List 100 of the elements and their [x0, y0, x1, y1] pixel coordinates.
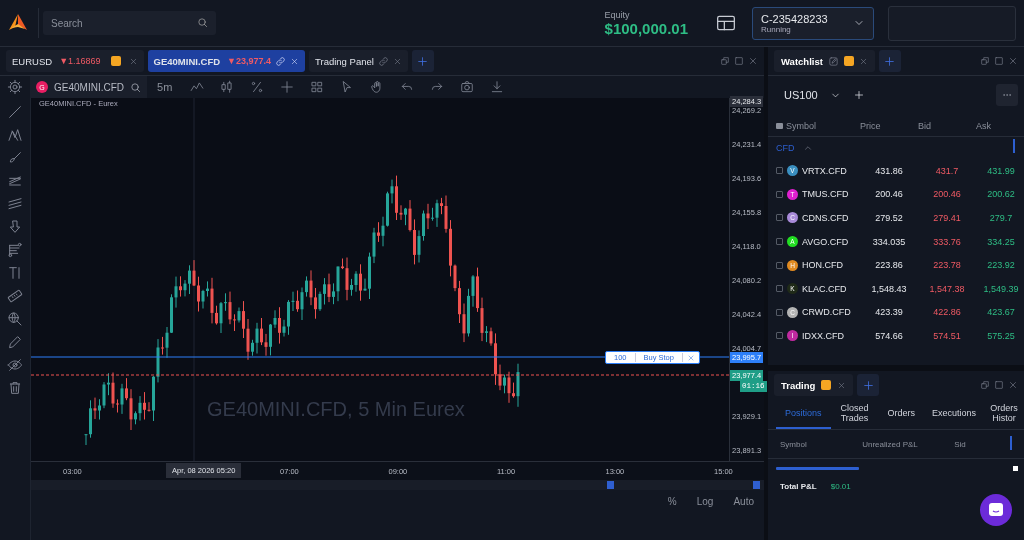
close-icon[interactable] [128, 56, 138, 66]
checkbox[interactable] [776, 167, 783, 175]
arrow-down-icon[interactable] [7, 219, 23, 235]
maximize-icon[interactable] [994, 56, 1004, 66]
interval-button[interactable]: 5m [157, 81, 173, 93]
crosshair-icon[interactable] [280, 80, 295, 94]
total-pnl-value: $0.01 [830, 482, 851, 491]
logo-icon[interactable] [8, 13, 28, 33]
trash-icon[interactable] [7, 380, 23, 396]
close-icon[interactable] [290, 56, 300, 66]
price-cell-text: 574.66 [874, 330, 904, 341]
link-icon[interactable] [377, 55, 389, 67]
checkbox[interactable] [776, 190, 783, 198]
close-icon[interactable] [686, 353, 695, 362]
chart-tab[interactable]: Trading Panel [309, 50, 408, 72]
column-header: Unrealized P&L [862, 439, 918, 449]
link-icon[interactable] [275, 55, 287, 67]
download-icon[interactable] [490, 80, 505, 94]
chart-tab[interactable]: EURUSD ▼1.16869 [6, 50, 144, 72]
checkbox[interactable] [776, 261, 783, 269]
camera-icon[interactable] [460, 80, 475, 94]
add-tab-button[interactable] [411, 50, 434, 72]
parallel-lines-icon[interactable] [7, 196, 23, 212]
compare-icon[interactable] [250, 80, 265, 94]
bid-cell-text: 431.7 [934, 165, 960, 176]
checkbox[interactable] [776, 308, 783, 316]
column-header: Symbol [780, 439, 807, 449]
indicator-icon[interactable] [190, 80, 205, 94]
scroll-handle[interactable] [753, 481, 760, 489]
search-icon[interactable] [130, 81, 141, 93]
line-tool-icon[interactable] [7, 104, 23, 120]
add-tab-button[interactable] [878, 50, 901, 72]
more-button[interactable] [996, 84, 1018, 106]
settings-icon[interactable] [7, 79, 23, 95]
maximize-icon[interactable] [734, 56, 744, 66]
chat-button[interactable] [980, 494, 1012, 526]
symbol-name: HON.CFD [802, 260, 843, 271]
checkbox[interactable] [776, 238, 783, 246]
channel-icon[interactable] [7, 173, 23, 189]
bid-cell-text: 574.51 [932, 330, 962, 341]
close-icon[interactable] [837, 380, 847, 390]
trading-subtab[interactable]: Closed Trades [830, 399, 879, 429]
time-scrollbar[interactable] [31, 480, 764, 490]
column-header: Symbol [786, 121, 816, 131]
close-icon[interactable] [1008, 380, 1018, 390]
trading-subtab[interactable]: Positions [776, 399, 831, 429]
search-icon[interactable] [197, 17, 208, 28]
trading-subtab[interactable]: Orders Histor [984, 399, 1024, 429]
plus-icon[interactable] [883, 54, 897, 68]
bid-cell-text: 279.41 [932, 213, 962, 223]
candles-icon[interactable] [220, 80, 235, 94]
checkbox[interactable] [776, 214, 783, 222]
brush-icon[interactable] [7, 150, 23, 166]
restore-icon[interactable] [980, 56, 990, 66]
watchlist-tab[interactable]: Watchlist [774, 50, 875, 72]
close-icon[interactable] [748, 56, 758, 66]
ask-cell-text: 431.99 [986, 165, 1016, 176]
ohlc-icon[interactable] [310, 80, 325, 94]
scroll-handle[interactable] [607, 481, 614, 489]
ask-cell-text: 423.67 [986, 307, 1016, 318]
symbol-name: AVGO.CFD [802, 236, 849, 247]
layout-icon[interactable] [714, 13, 738, 33]
column-header: Bid [918, 121, 932, 131]
scale-button[interactable]: % [667, 496, 677, 507]
scale-button[interactable]: Log [696, 496, 714, 507]
close-icon[interactable] [392, 56, 402, 66]
restore-icon[interactable] [720, 56, 730, 66]
pencil-icon[interactable] [7, 334, 23, 350]
close-icon[interactable] [858, 56, 868, 66]
chart-tab[interactable]: GE40MINI.CFD ▼23,977.4 [147, 50, 306, 72]
close-icon[interactable] [1008, 56, 1018, 66]
bid-cell-text: 333.76 [932, 236, 962, 247]
checkbox[interactable] [776, 285, 783, 293]
ruler-icon[interactable] [7, 288, 23, 304]
maximize-icon[interactable] [994, 380, 1004, 390]
price-cell-text: 334.035 [871, 236, 907, 247]
pitchfork-icon[interactable] [7, 127, 23, 143]
ask-cell-text: 279.7 [988, 213, 1014, 223]
plus-icon[interactable] [416, 54, 430, 68]
symbol-name: VRTX.CFD [802, 165, 847, 176]
search-field[interactable]: Search [43, 11, 216, 35]
watchlist-name[interactable]: US100 [784, 89, 818, 101]
symbol-name: TMUS.CFD [802, 189, 849, 200]
trading-tab[interactable]: Trading [774, 374, 854, 396]
checkbox[interactable] [776, 332, 783, 340]
edit-icon[interactable] [827, 55, 839, 67]
plus-icon[interactable] [861, 378, 875, 392]
restore-icon[interactable] [980, 380, 990, 390]
plus-icon[interactable] [852, 89, 865, 101]
chat-icon [988, 502, 1004, 518]
text-cursor-icon[interactable] [7, 265, 23, 281]
account-dropdown[interactable]: C-235428233 Running [752, 6, 874, 40]
trading-subtab[interactable]: Executions [924, 399, 984, 429]
square-icon [1013, 466, 1018, 471]
eye-slash-icon[interactable] [7, 357, 23, 373]
trading-subtab[interactable]: Orders [878, 399, 924, 429]
add-tab-button[interactable] [857, 374, 880, 396]
lines-icon[interactable] [7, 242, 23, 258]
globe-search-icon[interactable] [7, 311, 23, 327]
scale-button[interactable]: Auto [733, 496, 754, 507]
